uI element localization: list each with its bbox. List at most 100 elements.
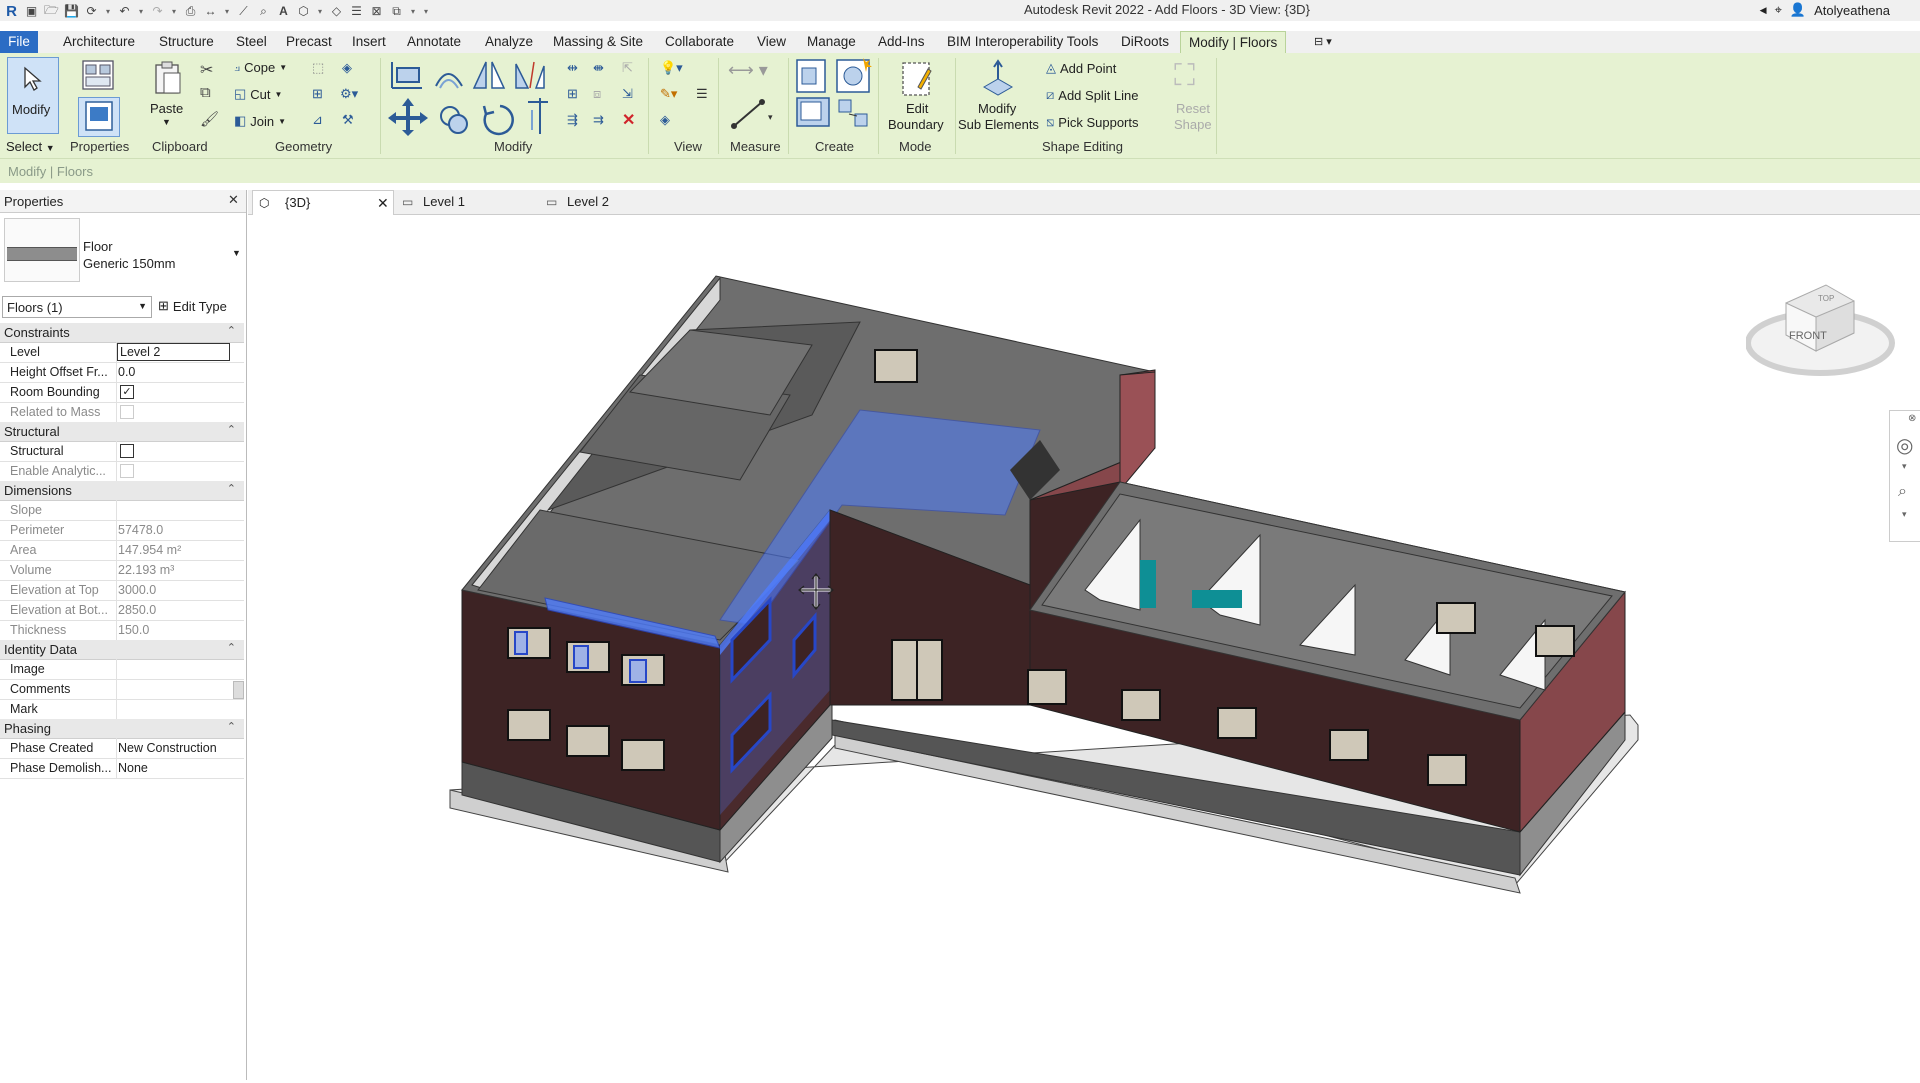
- height-offset-value[interactable]: 0.0: [118, 365, 135, 379]
- tab-modify-floors[interactable]: Modify | Floors: [1180, 31, 1287, 54]
- pin-icon[interactable]: ⇲: [622, 86, 633, 102]
- chevron-down-icon[interactable]: ▾: [409, 4, 417, 19]
- chevron-down-icon[interactable]: ▾: [316, 4, 324, 19]
- prop-row-mark[interactable]: Mark: [0, 699, 244, 720]
- override-graphics-icon[interactable]: ✎▾: [660, 86, 677, 102]
- tab-level-1[interactable]: ▭ Level 1: [398, 190, 534, 214]
- undo-icon[interactable]: ↶: [117, 4, 132, 19]
- tab-steel[interactable]: Steel: [228, 31, 275, 53]
- delete-icon[interactable]: ✕: [622, 110, 635, 130]
- pick-supports-button[interactable]: ⧅ Pick Supports: [1046, 114, 1138, 130]
- text-icon[interactable]: A: [276, 4, 291, 19]
- chevron-down-icon[interactable]: ▾: [137, 4, 145, 19]
- group-phasing[interactable]: Phasing ⌃: [0, 719, 244, 739]
- edit-type-button[interactable]: ⊞ Edit Type: [158, 298, 227, 314]
- comments-scroll-handle[interactable]: [233, 681, 244, 699]
- split-gap-icon[interactable]: ⇼: [593, 60, 604, 76]
- paint-view-icon[interactable]: ◈: [660, 112, 670, 128]
- tab-precast[interactable]: Precast: [278, 31, 340, 53]
- trim-multiple-icon[interactable]: ⇶: [567, 112, 578, 128]
- split-face-icon[interactable]: ⬚: [312, 60, 324, 76]
- dimension-icon[interactable]: ⟋: [236, 4, 251, 19]
- chevron-down-icon[interactable]: ▾: [170, 4, 178, 19]
- cope-button[interactable]: ⟓ Cope ▼: [234, 59, 287, 75]
- group-constraints[interactable]: Constraints ⌃: [0, 323, 244, 343]
- close-hidden-icon[interactable]: ⊠: [369, 4, 384, 19]
- tab-annotate[interactable]: Annotate: [399, 31, 469, 53]
- home-icon[interactable]: ▣: [24, 4, 39, 19]
- linework-icon[interactable]: ☰: [696, 86, 708, 102]
- print-icon[interactable]: ⎙: [183, 4, 198, 19]
- chevron-down-icon[interactable]: ▾: [1902, 509, 1907, 520]
- prop-row-phase-created[interactable]: Phase Created New Construction: [0, 738, 244, 759]
- cut-geometry-button[interactable]: ◱ Cut ▼: [234, 86, 282, 102]
- chevron-left-icon[interactable]: ◀: [1760, 5, 1767, 16]
- measure-distance-icon[interactable]: ⟷ ▾: [728, 60, 768, 81]
- copy-icon[interactable]: ⧉: [200, 84, 211, 101]
- modify-button[interactable]: Modify: [7, 57, 59, 134]
- instance-filter-select[interactable]: Floors (1) ▼: [2, 296, 152, 318]
- close-icon[interactable]: ✕: [228, 192, 239, 208]
- room-bounding-checkbox[interactable]: ✓: [120, 385, 134, 399]
- binoculars-icon[interactable]: ⌖: [1775, 2, 1782, 18]
- group-structural[interactable]: Structural ⌃: [0, 422, 244, 442]
- close-icon[interactable]: ⊗: [1908, 413, 1916, 424]
- user-name[interactable]: Atolyeathena: [1814, 3, 1890, 18]
- section-icon[interactable]: ◇: [329, 4, 344, 19]
- modify-sub-elements-button[interactable]: Modify Sub Elements: [956, 57, 1040, 135]
- unpin-icon[interactable]: ⇱: [622, 60, 633, 76]
- demolish-icon[interactable]: ⚙▾: [340, 86, 358, 102]
- tab-bim-interoperability[interactable]: BIM Interoperability Tools: [939, 31, 1106, 53]
- 3d-viewport[interactable]: FRONT TOP: [248, 215, 1920, 1080]
- add-point-button[interactable]: ◬ Add Point: [1046, 60, 1116, 76]
- join-button[interactable]: ◧ Join ▼: [234, 113, 286, 129]
- edit-boundary-button[interactable]: Edit Boundary: [884, 57, 950, 135]
- chevron-down-icon[interactable]: ▾: [104, 4, 112, 19]
- beam-join-icon[interactable]: ⊿: [312, 112, 323, 128]
- tab-collaborate[interactable]: Collaborate: [657, 31, 742, 53]
- panel-visibility-icon[interactable]: ⊟ ▾: [1306, 31, 1340, 53]
- add-split-line-button[interactable]: ⧄ Add Split Line: [1046, 87, 1139, 103]
- type-selector-dropdown[interactable]: ▼: [232, 248, 241, 258]
- chevron-down-icon[interactable]: ▾: [223, 4, 231, 19]
- building-model[interactable]: [248, 215, 1920, 1080]
- paint-icon[interactable]: ◈: [342, 60, 352, 76]
- hammer-icon[interactable]: ⚒: [342, 112, 354, 128]
- steering-wheel-icon[interactable]: ◎: [1896, 433, 1913, 458]
- tab-level-2[interactable]: ▭ Level 2: [542, 190, 678, 214]
- redo-icon[interactable]: ↷: [150, 4, 165, 19]
- save-icon[interactable]: 💾: [64, 4, 79, 19]
- array-icon[interactable]: ⊞: [567, 86, 578, 102]
- prop-row-phase-demolished[interactable]: Phase Demolish... None: [0, 758, 244, 779]
- switch-windows-icon[interactable]: ⧉: [389, 4, 404, 19]
- chevron-down-icon[interactable]: ▾: [1902, 461, 1907, 472]
- thin-lines-icon[interactable]: ☰: [349, 4, 364, 19]
- prop-row-comments[interactable]: Comments: [0, 679, 244, 700]
- trim-single-icon[interactable]: ⇉: [593, 112, 604, 128]
- select-dropdown[interactable]: Select ▼: [6, 139, 55, 154]
- tab-analyze[interactable]: Analyze: [477, 31, 541, 53]
- tab-structure[interactable]: Structure: [151, 31, 222, 53]
- tab-architecture[interactable]: Architecture: [55, 31, 143, 53]
- sync-icon[interactable]: ⟳: [84, 4, 99, 19]
- customize-qat-icon[interactable]: ▾: [422, 4, 430, 19]
- match-properties-icon[interactable]: 🖌: [200, 110, 219, 128]
- aligned-dimension-icon[interactable]: ▾: [728, 96, 778, 132]
- wall-joins-icon[interactable]: ⊞: [312, 86, 323, 102]
- tab-view-3d[interactable]: ⬡ {3D} ✕: [252, 190, 394, 215]
- zoom-region-icon[interactable]: ⌕: [1898, 483, 1907, 501]
- measure-icon[interactable]: ↔: [203, 4, 218, 19]
- level-input[interactable]: Level 2: [117, 343, 230, 361]
- tab-massing-site[interactable]: Massing & Site: [545, 31, 651, 53]
- structural-checkbox[interactable]: [120, 444, 134, 458]
- reset-shape-button[interactable]: ⛶ Reset Shape: [1166, 57, 1214, 135]
- close-icon[interactable]: ✕: [377, 191, 389, 215]
- paste-button[interactable]: Paste ▼: [146, 57, 190, 132]
- tab-diroots[interactable]: DiRoots: [1113, 31, 1177, 53]
- revit-logo-icon[interactable]: R: [4, 3, 19, 20]
- cut-icon[interactable]: ✂: [200, 60, 213, 80]
- user-icon[interactable]: 👤: [1790, 2, 1806, 18]
- scale-icon[interactable]: ⧈: [593, 86, 601, 102]
- split-element-icon[interactable]: ⇹: [567, 60, 578, 76]
- properties-button[interactable]: [78, 97, 120, 137]
